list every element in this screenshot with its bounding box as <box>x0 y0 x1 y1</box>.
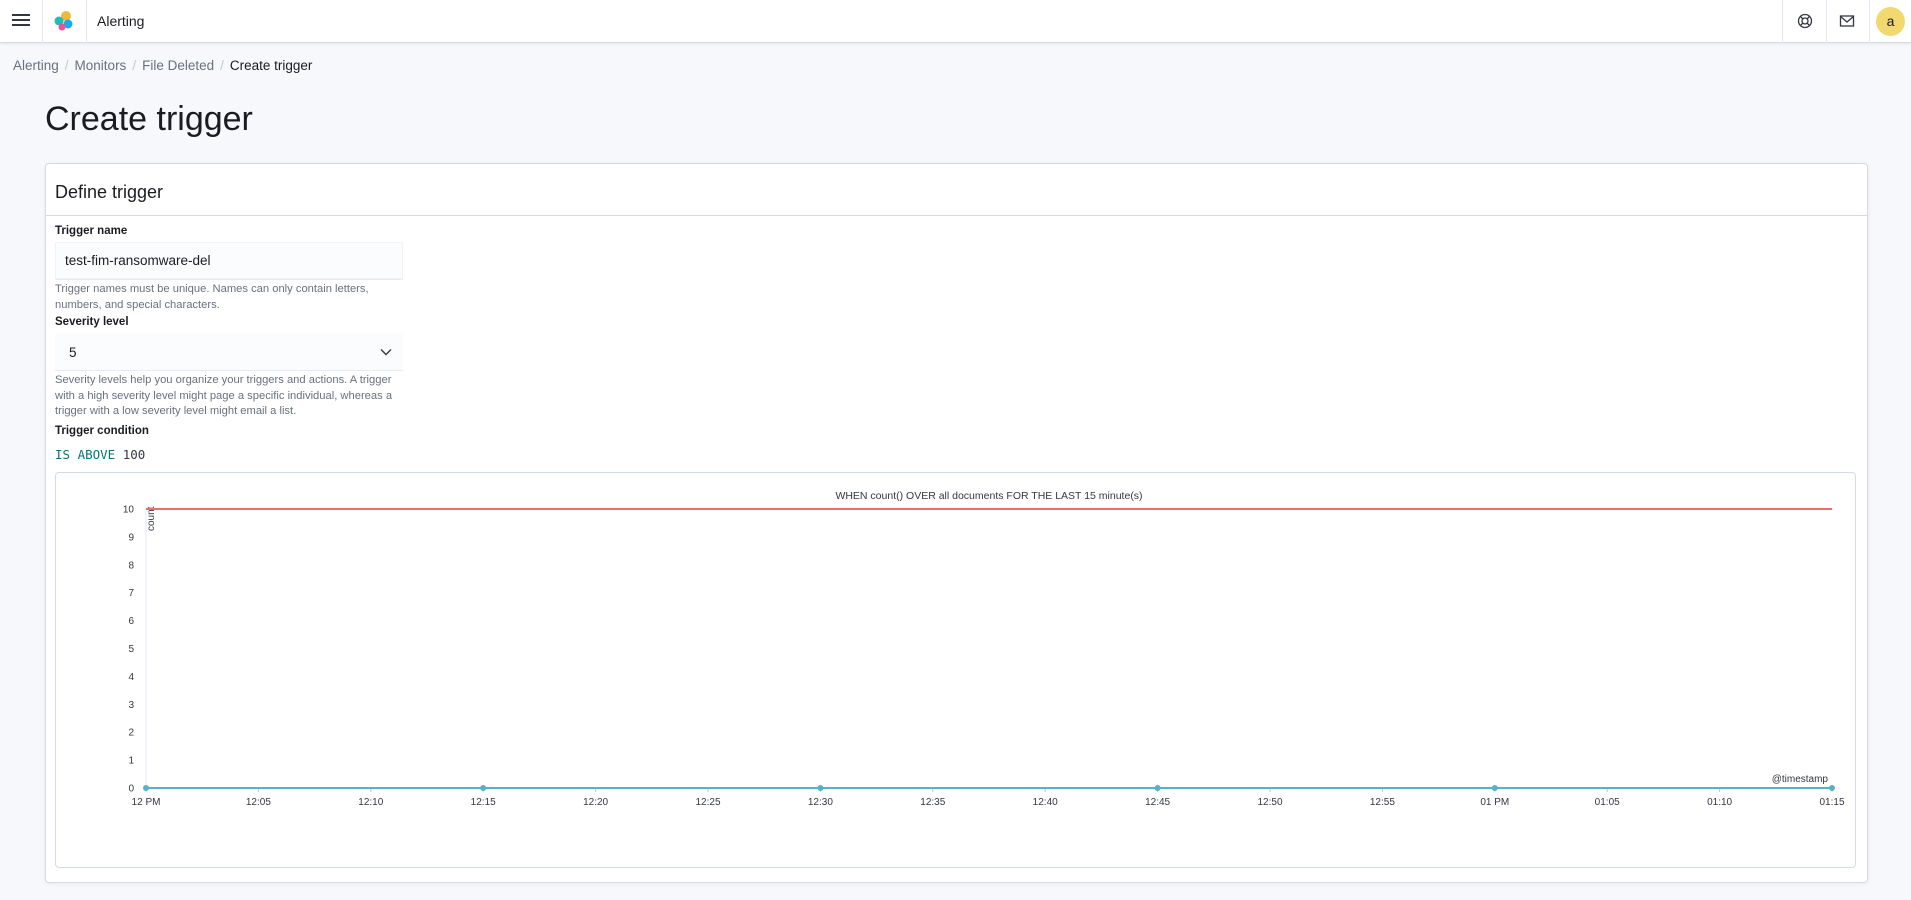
data-point <box>1154 785 1161 791</box>
header-divider <box>1782 0 1783 43</box>
condition-value[interactable]: 100 <box>123 447 146 462</box>
x-tick-label: 12:15 <box>471 797 496 808</box>
trigger-chart-svg: WHEN count() OVER all documents FOR THE … <box>123 490 1845 808</box>
x-axis-label: @timestamp <box>1772 774 1829 785</box>
header-divider <box>42 0 43 43</box>
y-tick-label: 3 <box>128 700 134 711</box>
x-tick-label: 12:50 <box>1257 797 1282 808</box>
x-tick-label: 12:30 <box>808 797 833 808</box>
chevron-down-icon <box>380 349 392 356</box>
breadcrumb-separator: / <box>64 58 69 73</box>
y-tick-label: 0 <box>128 784 134 795</box>
x-tick-label: 12:35 <box>920 797 945 808</box>
y-tick-label: 2 <box>128 728 134 739</box>
define-trigger-panel: Define trigger Trigger name Trigger name… <box>45 163 1868 883</box>
x-tick-label: 12:55 <box>1370 797 1395 808</box>
x-tick-label: 01:05 <box>1595 797 1620 808</box>
breadcrumb-monitors[interactable]: Monitors <box>75 58 127 73</box>
trigger-condition-label: Trigger condition <box>55 425 149 437</box>
breadcrumb-file-deleted[interactable]: File Deleted <box>142 58 214 73</box>
x-tick-label: 01:10 <box>1707 797 1732 808</box>
y-tick-label: 7 <box>128 588 134 599</box>
y-tick-label: 6 <box>128 616 134 627</box>
mail-icon[interactable] <box>1837 11 1857 31</box>
breadcrumb-current: Create trigger <box>229 58 313 73</box>
y-axis-label: count <box>146 506 157 531</box>
breadcrumb-separator: / <box>132 58 137 73</box>
panel-title: Define trigger <box>55 182 164 202</box>
breadcrumb-alerting[interactable]: Alerting <box>13 58 59 73</box>
y-tick-label: 9 <box>128 532 134 543</box>
chart-title: WHEN count() OVER all documents FOR THE … <box>835 490 1142 502</box>
y-tick-label: 1 <box>128 756 134 767</box>
menu-icon[interactable] <box>10 11 32 31</box>
x-tick-label: 12:40 <box>1033 797 1058 808</box>
page-title: Create trigger <box>45 100 253 138</box>
x-tick-label: 01:15 <box>1819 797 1844 808</box>
x-tick-label: 12:10 <box>358 797 383 808</box>
trigger-condition-expression[interactable]: IS ABOVE 100 <box>55 447 145 462</box>
data-point <box>1829 785 1835 791</box>
header-divider <box>1869 0 1870 43</box>
x-tick-label: 01 PM <box>1480 797 1509 808</box>
panel-divider <box>46 215 1867 216</box>
x-tick-label: 12:25 <box>695 797 720 808</box>
app-title[interactable]: Alerting <box>97 13 144 29</box>
data-point <box>480 785 487 791</box>
severity-level-help: Severity levels help you organize your t… <box>55 374 393 417</box>
severity-level-select[interactable]: 5 <box>55 333 403 371</box>
header-divider <box>1826 0 1827 43</box>
trigger-chart: WHEN count() OVER all documents FOR THE … <box>55 472 1856 868</box>
y-tick-label: 5 <box>128 644 134 655</box>
data-point <box>1491 785 1498 791</box>
severity-level-label: Severity level <box>55 316 129 328</box>
condition-keyword[interactable]: IS ABOVE <box>55 447 115 462</box>
x-tick-label: 12 PM <box>132 797 161 808</box>
trigger-name-input[interactable] <box>55 242 403 280</box>
data-point <box>817 785 824 791</box>
x-tick-label: 12:20 <box>583 797 608 808</box>
breadcrumb: Alerting / Monitors / File Deleted / Create tr… <box>13 58 312 73</box>
trigger-name-help: Trigger names must be unique. Names can … <box>55 283 369 311</box>
severity-level-value: 5 <box>69 345 77 360</box>
data-point <box>143 785 149 791</box>
header-divider <box>86 0 87 43</box>
x-tick-label: 12:45 <box>1145 797 1170 808</box>
top-header: Alerting a <box>0 0 1911 43</box>
y-tick-label: 4 <box>128 672 134 683</box>
trigger-name-label: Trigger name <box>55 225 128 237</box>
elastic-logo-icon[interactable] <box>53 10 75 32</box>
x-tick-label: 12:05 <box>246 797 271 808</box>
y-tick-label: 10 <box>123 505 135 516</box>
help-icon[interactable] <box>1795 11 1815 31</box>
breadcrumb-separator: / <box>220 58 224 73</box>
avatar[interactable]: a <box>1876 7 1905 36</box>
y-tick-label: 8 <box>128 560 134 571</box>
